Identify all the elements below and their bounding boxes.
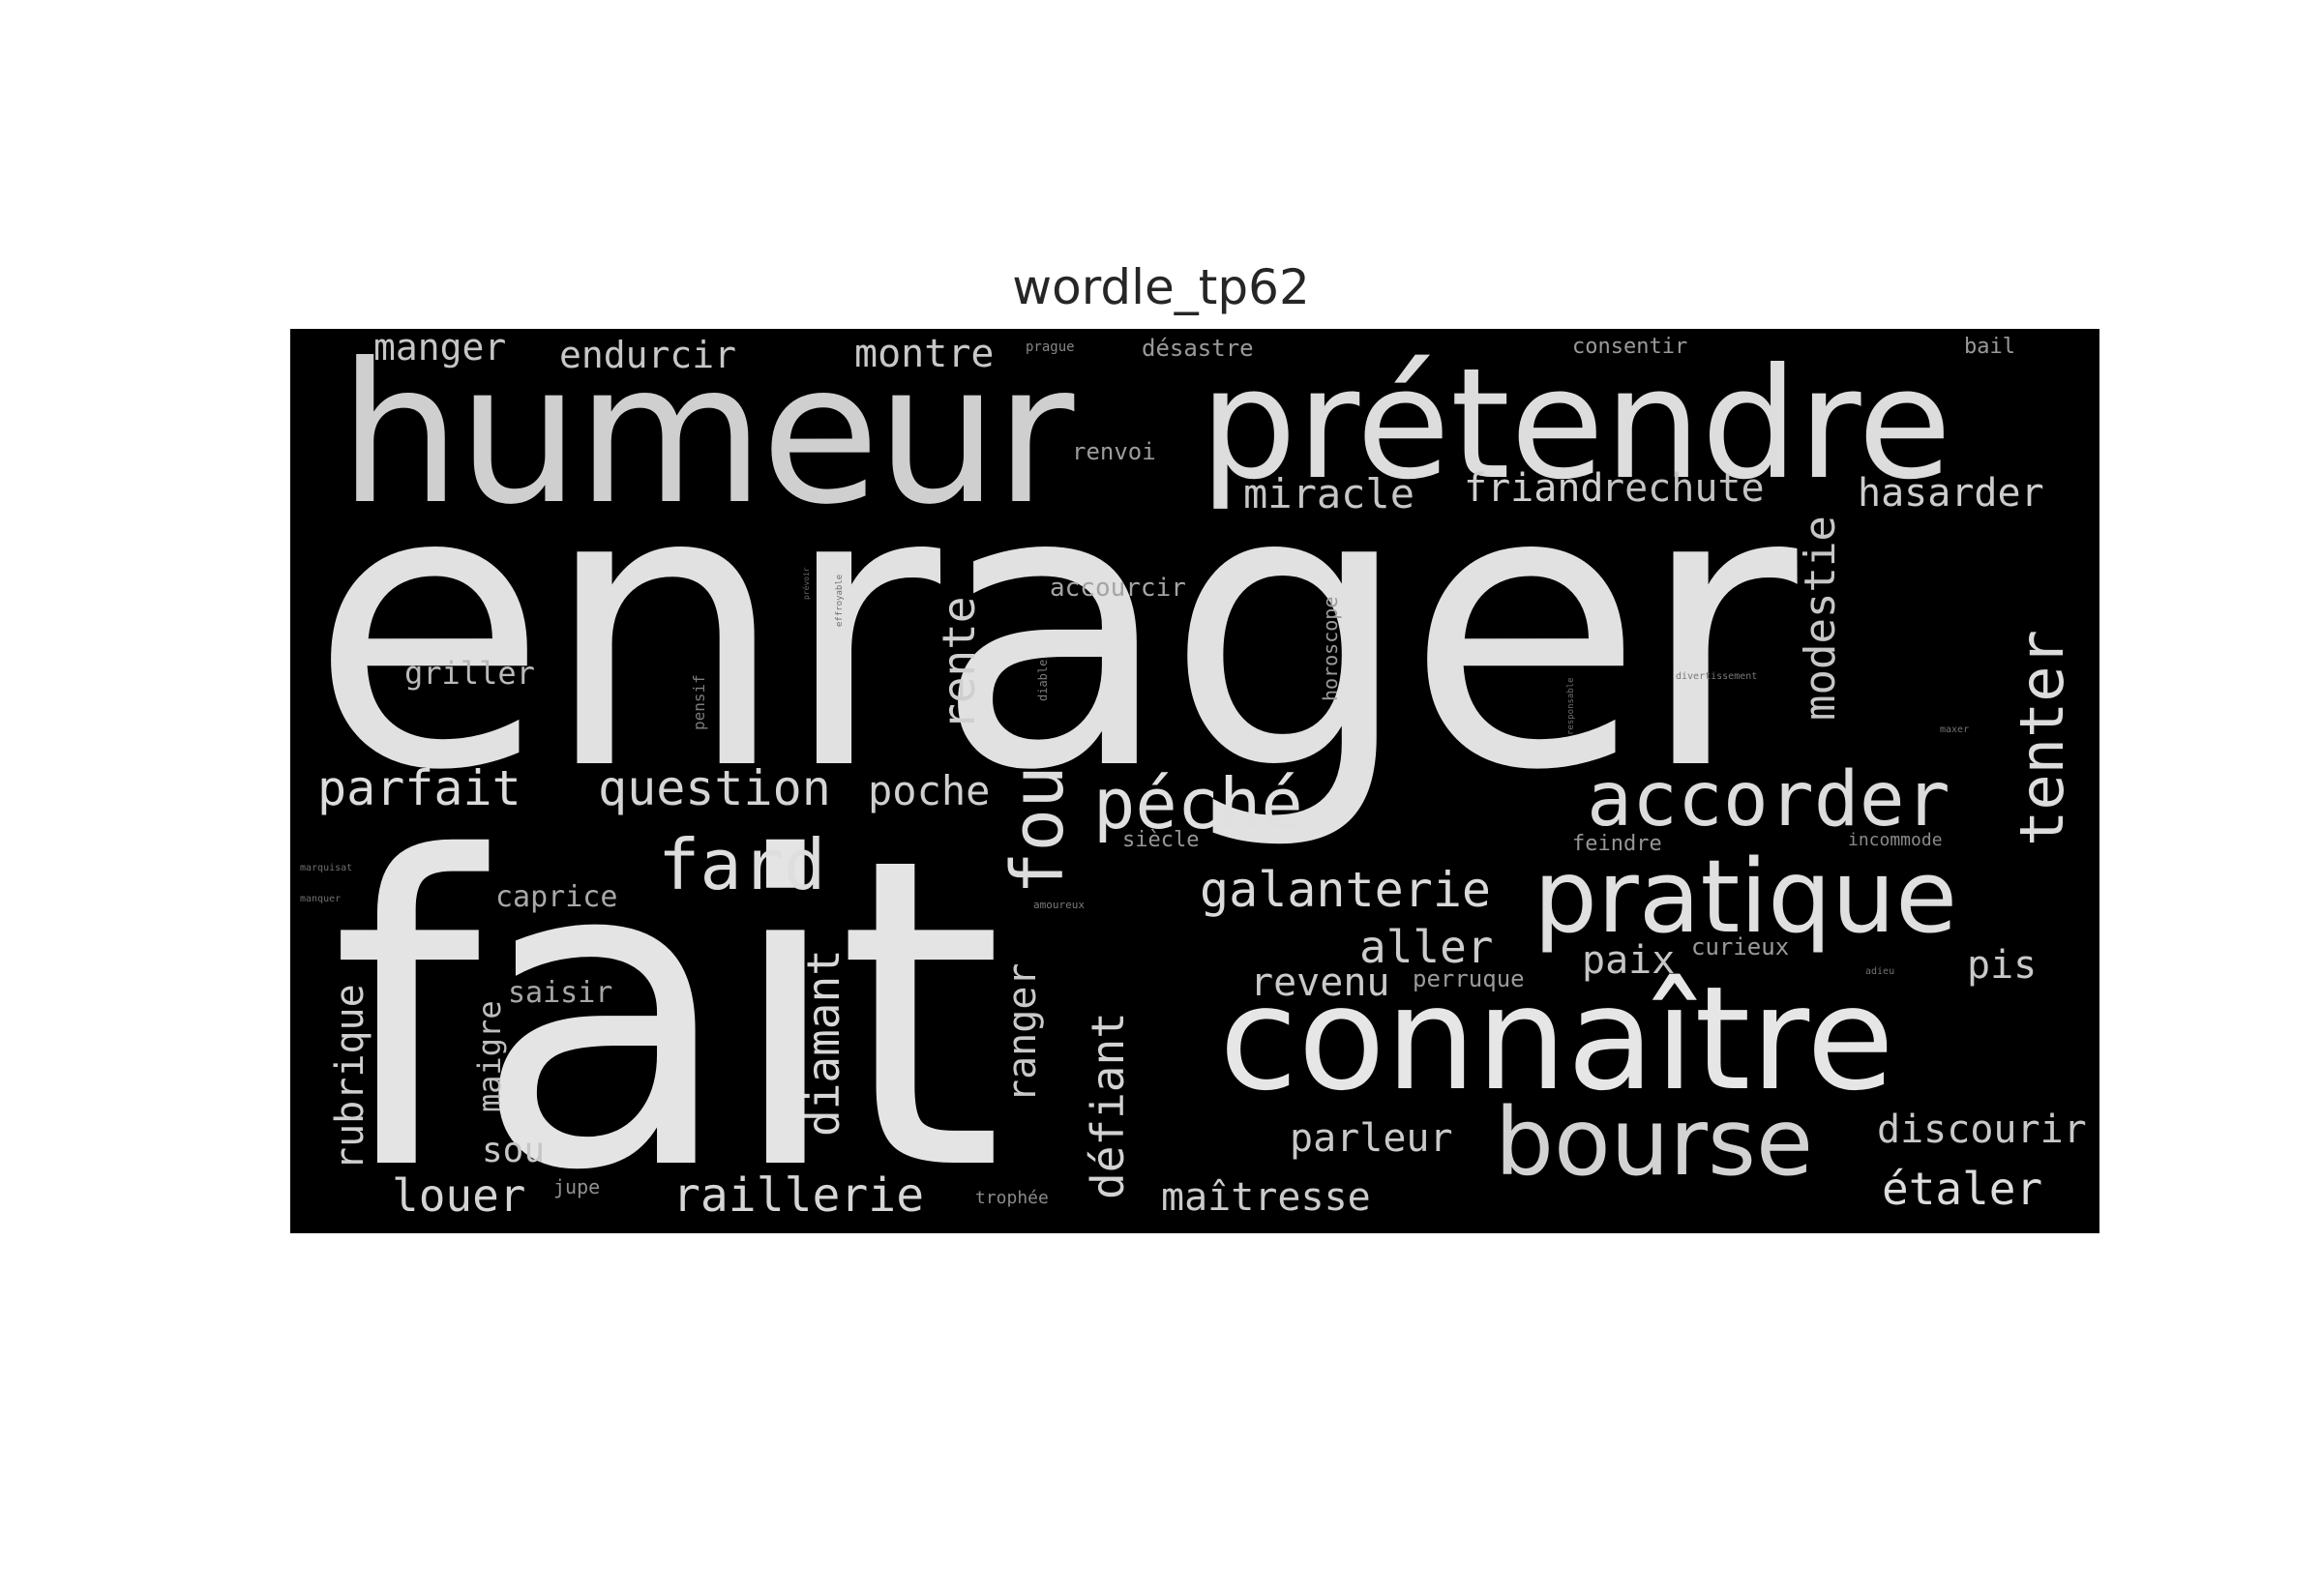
word-prague: prague <box>1026 340 1075 355</box>
word-marquisat: marquisat <box>300 863 353 873</box>
word-poche: poche <box>868 767 991 814</box>
word-accorder: accorder <box>1587 756 1950 843</box>
word-consentir: consentir <box>1572 335 1688 359</box>
word-montre: montre <box>854 332 995 376</box>
word-diable: diable <box>1036 659 1050 701</box>
word-hasarder: hasarder <box>1858 471 2044 516</box>
word-responsable: responsable <box>1566 677 1576 735</box>
word-maxer: maxer <box>1940 724 1970 735</box>
word-maitresse: maîtresse <box>1161 1175 1371 1220</box>
word-raillerie: raillerie <box>672 1168 925 1223</box>
word-griller: griller <box>404 655 535 692</box>
word-manger: manger <box>373 329 507 369</box>
word-curieux: curieux <box>1691 933 1790 961</box>
word-caprice: caprice <box>495 880 618 914</box>
word-diamant: diamant <box>797 949 849 1137</box>
word-rechute: rechute <box>1601 466 1765 511</box>
word-discourir: discourir <box>1877 1108 2087 1152</box>
word-bail: bail <box>1964 335 2015 359</box>
word-friand: friand <box>1464 466 1604 511</box>
word-maigre: maigre <box>471 1000 508 1112</box>
figure-title: wordle_tp62 <box>1012 259 1310 315</box>
word-prevoir: prévoir <box>802 567 811 600</box>
word-manquer: manquer <box>300 894 342 904</box>
word-bourse: bourse <box>1495 1088 1814 1197</box>
word-desastre: désastre <box>1142 335 1254 362</box>
word-incommode: incommode <box>1848 830 1943 850</box>
word-pensif: pensif <box>690 674 708 730</box>
word-amoureux: amoureux <box>1033 899 1085 911</box>
word-louer: louer <box>392 1169 526 1222</box>
word-renvoi: renvoi <box>1072 438 1156 465</box>
word-accourcir: accourcir <box>1050 574 1186 603</box>
word-effroyable: effroyable <box>835 574 845 627</box>
word-miracle: miracle <box>1243 470 1415 517</box>
word-feindre: feindre <box>1572 832 1662 856</box>
word-rente: rente <box>933 596 985 730</box>
word-perruque: perruque <box>1413 965 1525 992</box>
word-modestie: modestie <box>1796 516 1845 721</box>
word-fou: fou <box>997 765 1080 895</box>
word-parleur: parleur <box>1290 1116 1453 1161</box>
word-etaler: étaler <box>1882 1163 2043 1215</box>
word-horoscope: horoscope <box>1319 596 1342 701</box>
word-divertissement: divertissement <box>1676 671 1758 682</box>
word-parfait: parfait <box>317 760 521 816</box>
word-saisir: saisir <box>508 976 613 1010</box>
word-defiant: défiant <box>1082 1012 1134 1199</box>
word-tenter: tenter <box>2007 630 2077 846</box>
word-revenu: revenu <box>1250 961 1390 1005</box>
word-siecle: siècle <box>1122 828 1200 852</box>
word-trophee: trophée <box>975 1188 1049 1208</box>
word-fard: fard <box>658 824 826 905</box>
word-ranger: ranger <box>1000 962 1045 1104</box>
word-paix: paix <box>1582 938 1676 983</box>
word-endurcir: endurcir <box>559 334 737 376</box>
word-adieu: adieu <box>1865 966 1895 977</box>
word-rubrique: rubrique <box>328 984 372 1170</box>
word-pis: pis <box>1967 943 2038 988</box>
word-galanterie: galanterie <box>1200 862 1492 918</box>
word-sou: sou <box>482 1131 546 1170</box>
word-question: question <box>598 760 831 816</box>
word-pratique: pratique <box>1533 838 1958 956</box>
word-cloud: enrager fait humeur prétendre connaître … <box>290 329 2099 1233</box>
word-jupe: jupe <box>553 1175 601 1198</box>
